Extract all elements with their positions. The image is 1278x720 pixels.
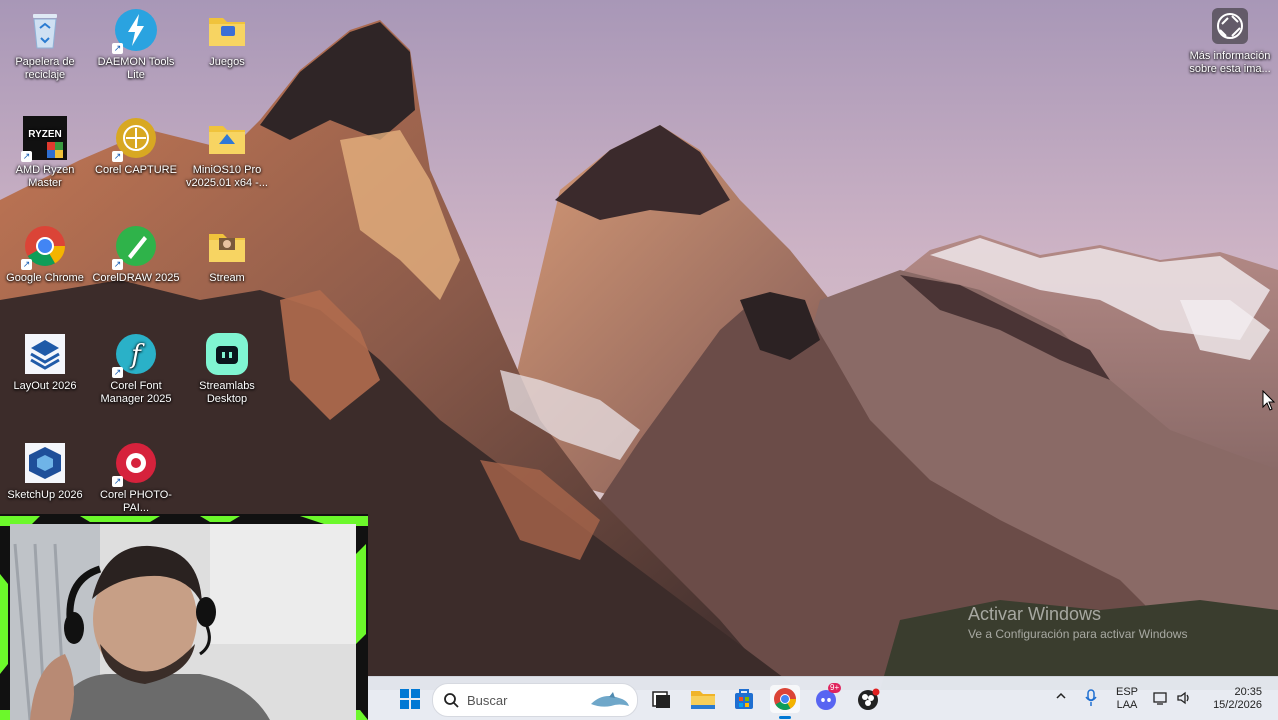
shortcut-arrow-icon: ↗ <box>21 259 32 270</box>
search-icon <box>444 693 459 708</box>
icon-label: Streamlabs Desktop <box>199 380 255 405</box>
start-button[interactable] <box>395 685 425 713</box>
volume-button[interactable] <box>1176 690 1192 710</box>
network-icon <box>1153 692 1167 705</box>
discord-badge: 9+ <box>828 683 842 693</box>
icon-label: CorelDRAW 2025 <box>92 272 180 284</box>
chrome-taskbar-button[interactable] <box>770 685 800 719</box>
icon-label: SketchUp 2026 <box>7 489 83 501</box>
discord-button[interactable]: 9+ <box>812 683 842 713</box>
person-video-frame <box>10 524 356 720</box>
store-icon <box>735 689 753 709</box>
svg-text:RYZEN: RYZEN <box>28 129 62 140</box>
chrome-icon <box>774 688 796 710</box>
icon-label: DAEMON Tools Lite <box>97 56 175 81</box>
clock[interactable]: 20:35 15/2/2026 <box>1204 686 1262 712</box>
google-chrome-item[interactable]: ↗ Google Chrome <box>0 224 90 285</box>
corel-font-manager-item[interactable]: f ↗ Corel Font Manager 2025 <box>91 332 181 406</box>
file-explorer-button[interactable] <box>688 685 718 713</box>
obs-button[interactable] <box>854 685 884 713</box>
shortcut-arrow-icon: ↗ <box>112 43 123 54</box>
lightning-icon: ↗ <box>112 8 158 54</box>
shortcut-arrow-icon: ↗ <box>21 151 32 162</box>
photo-paint-icon: ↗ <box>112 441 158 487</box>
icon-label: Juegos <box>209 56 245 68</box>
language-code: ESP <box>1116 686 1139 698</box>
icon-label: Stream <box>209 272 245 284</box>
icon-label: Corel Font Manager 2025 <box>100 380 172 405</box>
icon-label: AMD Ryzen Master <box>15 164 75 189</box>
shortcut-arrow-icon: ↗ <box>112 151 123 162</box>
folder-icon <box>205 116 249 160</box>
streamlabs-item[interactable]: Streamlabs Desktop <box>182 332 272 406</box>
desktop: Papelera de reciclaje ↗ DAEMON Tools Lit… <box>0 0 1278 720</box>
recycle-bin-icon-item[interactable]: Papelera de reciclaje <box>0 8 90 82</box>
sketchup-icon <box>23 441 67 485</box>
clock-date: 15/2/2026 <box>1213 699 1262 711</box>
activation-watermark-title: Activar Windows <box>968 604 1102 624</box>
icon-label: Google Chrome <box>6 272 84 284</box>
minios-folder-item[interactable]: MiniOS10 Pro v2025.01 x64 -... <box>182 116 272 190</box>
icon-label: Corel PHOTO-PAI... <box>100 489 172 514</box>
chrome-icon: ↗ <box>21 224 67 270</box>
shortcut-arrow-icon: ↗ <box>112 259 123 270</box>
icon-label: Corel CAPTURE <box>95 164 177 176</box>
camera-icon <box>1212 8 1248 44</box>
microsoft-store-button[interactable] <box>729 685 759 713</box>
corel-photo-paint-item[interactable]: ↗ Corel PHOTO-PAI... <box>91 441 181 515</box>
font-manager-icon: f ↗ <box>112 332 158 378</box>
folder-icon <box>205 8 249 52</box>
shortcut-arrow-icon: ↗ <box>112 476 123 487</box>
amd-ryzen-master-item[interactable]: RYZEN ↗ AMD Ryzen Master <box>0 116 90 190</box>
windows-logo-icon <box>400 689 420 709</box>
obs-icon <box>858 688 880 710</box>
search-placeholder: Buscar <box>467 693 508 708</box>
stream-folder-item[interactable]: Stream <box>182 224 272 285</box>
microphone-icon <box>1085 689 1097 706</box>
folder-icon <box>691 691 715 709</box>
taskbar-search[interactable]: Buscar <box>432 683 638 717</box>
show-hidden-icons[interactable] <box>1055 690 1067 706</box>
task-view-button[interactable] <box>645 685 675 713</box>
daemon-tools-icon-item[interactable]: ↗ DAEMON Tools Lite <box>91 8 181 82</box>
icon-label: MiniOS10 Pro v2025.01 x64 -... <box>186 164 268 189</box>
keyboard-layout: LAA <box>1116 699 1138 711</box>
streamlabs-icon <box>205 332 249 376</box>
coreldraw-item[interactable]: ↗ CorelDRAW 2025 <box>91 224 181 285</box>
layout-icon <box>23 332 67 376</box>
active-indicator <box>779 716 791 719</box>
capture-icon: ↗ <box>112 116 158 162</box>
clock-time: 20:35 <box>1234 686 1262 698</box>
layout-item[interactable]: LayOut 2026 <box>0 332 90 393</box>
webcam-video <box>10 524 356 720</box>
more-info-button[interactable]: Más información sobre esta ima... <box>1184 8 1276 76</box>
chevron-up-icon <box>1056 692 1066 699</box>
more-info-label: Más información sobre esta ima... <box>1189 50 1271 75</box>
language-indicator[interactable]: ESP LAA <box>1116 686 1138 712</box>
mouse-cursor-icon <box>1262 390 1276 411</box>
icon-label: LayOut 2026 <box>13 380 77 392</box>
folder-icon <box>205 224 249 268</box>
dolphin-search-highlight-icon <box>591 692 629 707</box>
juegos-folder-item[interactable]: Juegos <box>182 8 272 69</box>
network-button[interactable] <box>1153 690 1169 710</box>
sketchup-item[interactable]: SketchUp 2026 <box>0 441 90 502</box>
speaker-icon <box>1177 691 1189 705</box>
ryzen-icon: RYZEN ↗ <box>21 116 67 162</box>
icon-label: Papelera de reciclaje <box>15 56 75 81</box>
corel-capture-item[interactable]: ↗ Corel CAPTURE <box>91 116 181 177</box>
activation-watermark-subtitle: Ve a Configuración para activar Windows <box>968 627 1188 641</box>
microphone-button[interactable] <box>1084 689 1098 711</box>
recycle-bin-icon <box>23 8 67 52</box>
webcam-overlay <box>0 514 368 720</box>
coreldraw-icon: ↗ <box>112 224 158 270</box>
shortcut-arrow-icon: ↗ <box>112 367 123 378</box>
task-view-icon <box>652 691 670 708</box>
